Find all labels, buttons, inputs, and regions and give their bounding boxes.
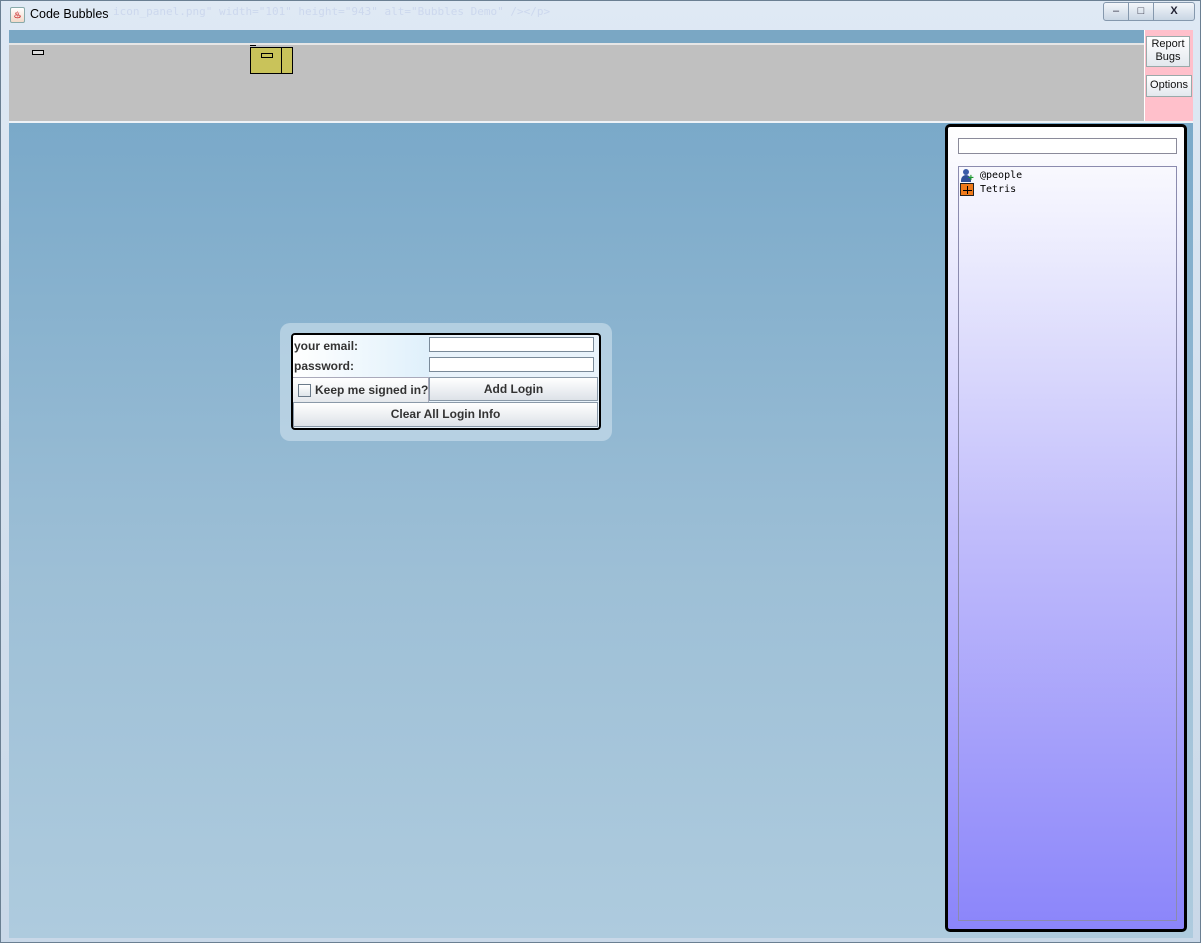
list-item-label: @people: [980, 170, 1023, 181]
password-field[interactable]: [429, 357, 594, 372]
email-field[interactable]: [429, 337, 594, 352]
overview-panel[interactable]: [9, 43, 1144, 121]
bubble-desktop[interactable]: your email: password: Keep me signed in?…: [9, 121, 1193, 938]
report-bugs-button[interactable]: Report Bugs: [1146, 36, 1190, 67]
title-bar[interactable]: ♨ Code Bubbles icon_panel.png" width="10…: [1, 1, 1200, 29]
password-label: password:: [294, 359, 355, 373]
list-item-label: Tetris: [980, 184, 1017, 195]
overview-viewport[interactable]: [250, 45, 293, 74]
login-panel: your email: password: Keep me signed in?…: [291, 333, 601, 430]
overview-bubble-marker[interactable]: [32, 50, 44, 55]
people-icon: +: [960, 169, 974, 184]
ghost-text: icon_panel.png" width="101" height="943"…: [113, 5, 551, 18]
window-title: Code Bubbles: [30, 7, 109, 21]
minimize-button[interactable]: –: [1103, 2, 1129, 21]
login-bubble: your email: password: Keep me signed in?…: [280, 323, 612, 441]
email-label: your email:: [294, 339, 359, 353]
app-content: Report Bugs Options your email: password…: [9, 30, 1193, 938]
viewport-divider: [281, 48, 282, 73]
app-window: ♨ Code Bubbles icon_panel.png" width="10…: [0, 0, 1201, 943]
search-side-panel: + @people Tetris: [945, 124, 1187, 932]
keep-signed-in-label: Keep me signed in?: [315, 383, 429, 397]
keep-signed-in-option[interactable]: Keep me signed in?: [293, 377, 429, 402]
keep-signed-in-checkbox[interactable]: [298, 384, 311, 397]
side-search-input[interactable]: [958, 138, 1177, 154]
tetris-icon: [960, 183, 974, 196]
viewport-bubble-marker: [261, 53, 273, 58]
maximize-button[interactable]: □: [1128, 2, 1154, 21]
side-list: + @people Tetris: [958, 166, 1177, 921]
options-button[interactable]: Options: [1146, 75, 1192, 97]
add-login-button[interactable]: Add Login: [429, 377, 598, 401]
top-strip: [9, 30, 1144, 43]
java-icon: ♨: [10, 7, 25, 23]
list-item-tetris[interactable]: Tetris: [960, 183, 1160, 197]
viewport-corner-mark: [250, 45, 256, 46]
close-button[interactable]: X: [1153, 2, 1195, 21]
side-button-panel: Report Bugs Options: [1145, 30, 1193, 121]
list-item-people[interactable]: + @people: [960, 169, 1160, 184]
clear-login-info-button[interactable]: Clear All Login Info: [293, 402, 598, 427]
